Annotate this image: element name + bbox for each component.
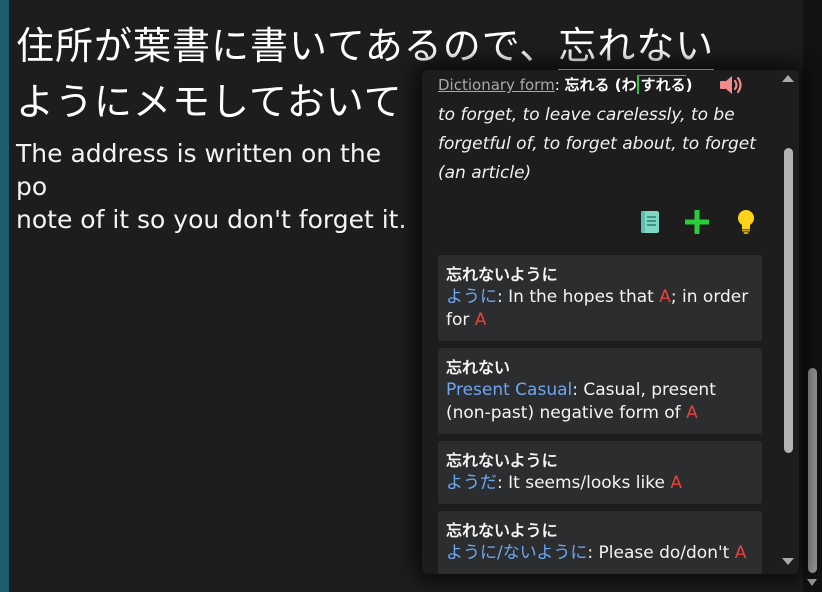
reading-close: ) <box>685 76 693 94</box>
lightbulb-icon[interactable] <box>734 209 758 235</box>
japanese-text-line2: ようにメモしておいて <box>16 80 403 124</box>
grammar-desc: : It seems/looks like <box>497 473 671 493</box>
japanese-target-word[interactable]: 忘れない <box>558 24 715 72</box>
grammar-variable: A <box>734 543 747 563</box>
grammar-variable: A <box>659 287 671 307</box>
reading-open: (わ <box>609 76 637 94</box>
grammar-card-body: ようだ: It seems/looks like A <box>446 472 754 495</box>
english-translation-text: The address is written on the po note of… <box>16 139 407 234</box>
grammar-card-body: ように/ないように: Please do/don't A <box>446 542 754 565</box>
grammar-variable: A <box>686 403 698 423</box>
popup-content: Dictionary form: 忘れる (わ すれる) to forget, t… <box>422 70 778 574</box>
plus-icon[interactable] <box>685 209 709 235</box>
dictionary-form-link[interactable]: Dictionary form <box>438 76 555 94</box>
definition-text: to forget, to leave carelessly, to be fo… <box>438 105 756 183</box>
left-accent-stripe <box>0 0 9 592</box>
grammar-card-title: 忘れない <box>446 358 511 377</box>
page-scroll-down-arrow-icon[interactable] <box>807 579 817 586</box>
grammar-card-title: 忘れないように <box>446 451 558 470</box>
grammar-card[interactable]: 忘れないように ように/ないように: Please do/don't A <box>438 511 762 574</box>
dictionary-form-sep: : <box>554 76 565 94</box>
popup-scrollbar-thumb[interactable] <box>784 148 793 453</box>
dictionary-form-line: Dictionary form: 忘れる (わ すれる) <box>438 73 692 97</box>
dictionary-popup: Dictionary form: 忘れる (わ すれる) to forget, t… <box>422 70 799 574</box>
grammar-name[interactable]: Present Casual <box>446 380 572 400</box>
book-icon[interactable] <box>638 209 662 235</box>
popup-scroll-up-arrow-icon[interactable] <box>782 75 794 82</box>
japanese-text-before: 住所が葉書に書いてあるので、 <box>16 24 559 68</box>
grammar-card-title: 忘れないように <box>446 265 558 284</box>
popup-scroll-down-arrow-icon[interactable] <box>782 558 794 565</box>
speaker-icon[interactable] <box>719 75 745 95</box>
english-translation: The address is written on the po note of… <box>16 137 416 236</box>
grammar-desc: : In the hopes that <box>497 287 660 307</box>
page-scrollbar-thumb[interactable] <box>808 368 817 573</box>
grammar-variable: A <box>474 310 487 330</box>
grammar-desc: : Please do/don't <box>587 543 735 563</box>
grammar-variable: A <box>670 473 682 493</box>
grammar-card[interactable]: 忘れないように ように: In the hopes that A; in ord… <box>438 255 762 341</box>
grammar-card[interactable]: 忘れない Present Casual: Casual, present (no… <box>438 348 762 434</box>
grammar-name[interactable]: ように <box>446 287 497 307</box>
grammar-card-body: Present Casual: Casual, present (non-pas… <box>446 379 754 425</box>
reading-kana: すれる <box>636 75 686 94</box>
grammar-name[interactable]: ように/ないように <box>446 543 587 563</box>
grammar-name[interactable]: ようだ <box>446 473 497 493</box>
dictionary-word: 忘れる <box>564 76 610 94</box>
grammar-card[interactable]: 忘れないように ようだ: It seems/looks like A <box>438 441 762 504</box>
grammar-card-title: 忘れないように <box>446 521 558 540</box>
grammar-card-body: ように: In the hopes that A; in order for A <box>446 286 754 332</box>
